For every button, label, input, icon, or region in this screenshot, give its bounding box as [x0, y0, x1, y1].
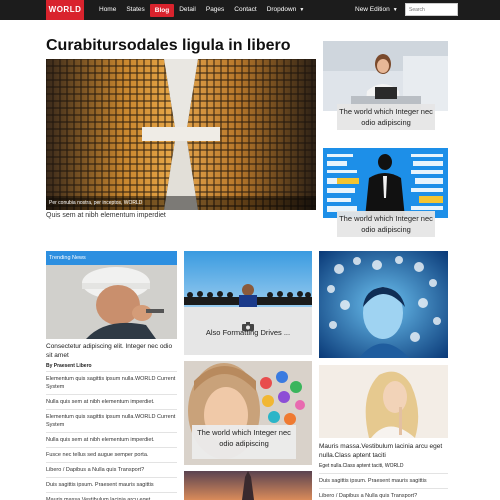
sunset-tile[interactable]	[184, 471, 312, 500]
drives-tile[interactable]: Also Formatting Drives ...	[184, 251, 312, 355]
trending-header: Trending News	[46, 251, 177, 265]
girl-apps-caption: The world which Integer nec odio adipisc…	[192, 425, 296, 459]
featured-card-2[interactable]: The world which Integer nec odio adipisc…	[323, 148, 448, 245]
girl-apps-tile[interactable]: The world which Integer nec odio adipisc…	[184, 361, 312, 465]
nav-pages[interactable]: Pages	[201, 0, 229, 20]
new-edition-label: New Edition	[355, 6, 390, 13]
main-nav: Home States Blog Detail Pages Contact Dr…	[94, 0, 309, 20]
woman-laptop-image	[323, 41, 448, 111]
page-title: Curabitursodales ligula in libero	[46, 37, 291, 54]
trending-title-link[interactable]: Consectetur adipiscing elit. Integer nec…	[46, 342, 177, 360]
right-list-item-1[interactable]: Duis sagittis ipsum. Praesent mauris sag…	[319, 473, 448, 485]
right-article-byline: Eget nulla.Class aptent taciti, WORLD	[319, 463, 404, 469]
top-navbar: WORLD Home States Blog Detail Pages Cont…	[0, 0, 500, 20]
featured-caption-2: The world which Integer nec odio adipisc…	[337, 211, 435, 237]
trending-item-6[interactable]: Libero / Dapibus a Nulla quis Transport?	[46, 462, 177, 477]
nav-blog[interactable]: Blog	[149, 4, 175, 17]
trending-news: Trending News Consectetur adipiscing eli…	[46, 251, 177, 500]
nav-dropdown[interactable]: Dropdown ▼	[262, 0, 310, 20]
blonde-woman-tile[interactable]	[319, 365, 448, 438]
drives-caption: Also Formatting Drives ...	[205, 328, 291, 337]
trending-item-7[interactable]: Duis sagittis ipsum. Praesent mauris sag…	[46, 477, 177, 492]
trending-item-5[interactable]: Fusce nec tellus sed augue semper porta.	[46, 447, 177, 462]
hero-subtitle-link[interactable]: Quis sem at nibh elementum imperdiet	[46, 212, 166, 219]
chevron-down-icon: ▼	[299, 7, 305, 13]
worker-helmet-image[interactable]	[46, 265, 177, 339]
trending-item-2[interactable]: Nulla quis sem at nibh elementum imperdi…	[46, 394, 177, 409]
sunset-city-image	[184, 471, 312, 500]
right-article-title-link[interactable]: Mauris massa.Vestibulum lacinia arcu ege…	[319, 442, 448, 460]
blonde-woman-image	[319, 365, 448, 438]
featured-caption-1: The world which Integer nec odio adipisc…	[337, 104, 435, 130]
nav-detail[interactable]: Detail	[174, 0, 201, 20]
featured-card-1[interactable]: The world which Integer nec odio adipisc…	[323, 41, 448, 138]
right-list-item-2[interactable]: Libero / Dapibus a Nulla quis Transport?	[319, 488, 448, 500]
trending-item-3[interactable]: Elementum quis sagittis ipsum nulla.WORL…	[46, 409, 177, 432]
trending-item-8[interactable]: Mauris massa.Vestibulum lacinia arcu ege…	[46, 492, 177, 500]
trending-item-4[interactable]: Nulla quis sem at nibh elementum imperdi…	[46, 432, 177, 447]
new-edition-dropdown[interactable]: New Edition ▼	[355, 0, 398, 20]
nav-home[interactable]: Home	[94, 0, 121, 20]
nav-contact[interactable]: Contact	[229, 0, 261, 20]
crowd-image	[184, 251, 312, 355]
nav-states[interactable]: States	[121, 0, 149, 20]
social-network-woman-image	[319, 251, 448, 358]
nav-dropdown-label: Dropdown	[266, 6, 297, 13]
skyscrapers-image	[46, 59, 316, 210]
search-input[interactable]	[405, 3, 458, 16]
trending-byline: By Praesent Libero	[46, 363, 92, 369]
chevron-down-icon: ▼	[392, 7, 398, 13]
hero-image[interactable]: Per conubia nostra, per inceptos, WORLD	[46, 59, 316, 210]
hero-caption: Per conubia nostra, per inceptos, WORLD	[46, 196, 316, 210]
business-keywords-image	[323, 148, 448, 218]
trending-item-1[interactable]: Elementum quis sagittis ipsum nulla.WORL…	[46, 371, 177, 394]
social-woman-tile[interactable]	[319, 251, 448, 358]
camera-icon	[242, 316, 254, 331]
site-logo[interactable]: WORLD	[46, 0, 84, 20]
